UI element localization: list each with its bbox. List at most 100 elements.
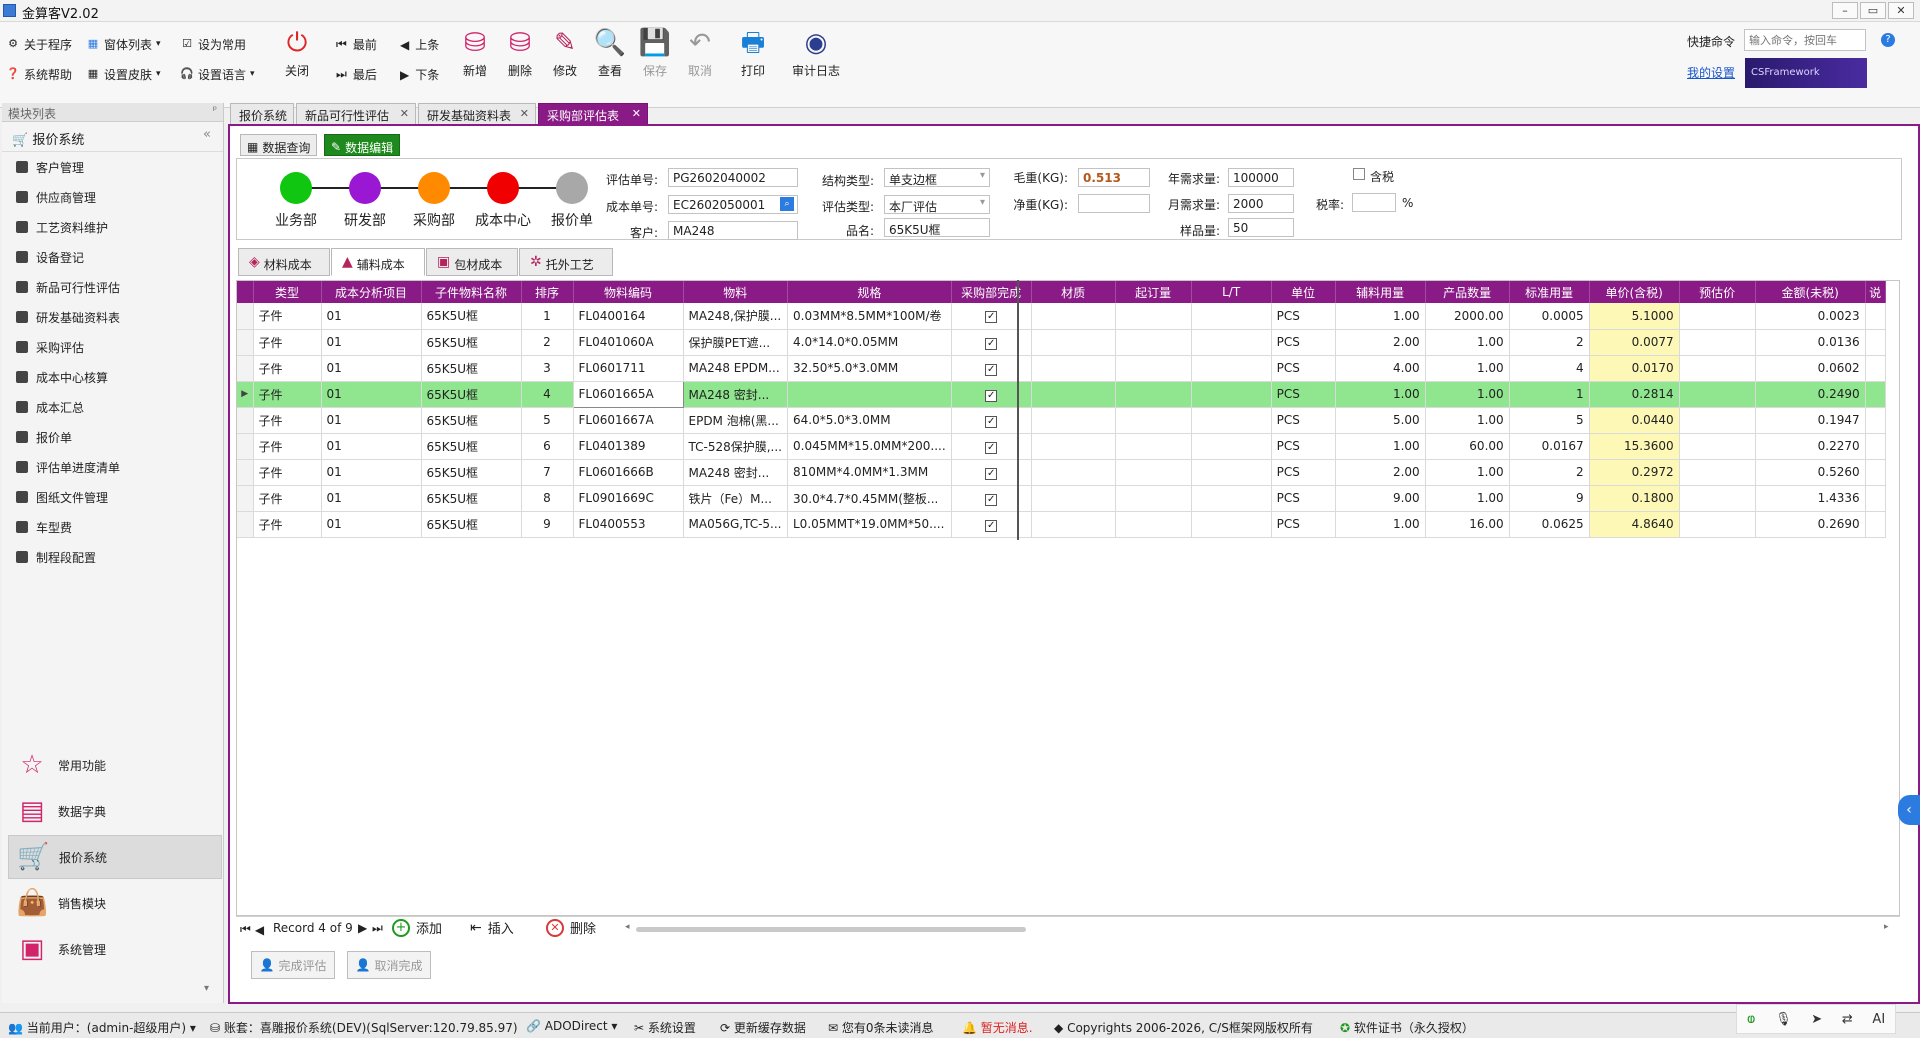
first-record-button[interactable]: ⏮ 最前 bbox=[336, 36, 377, 53]
column-header[interactable]: 金额(未税) bbox=[1755, 281, 1866, 303]
table-cell[interactable]: 810MM*4.0MM*1.3MM bbox=[787, 459, 952, 486]
table-cell[interactable]: 1.00 bbox=[1425, 459, 1510, 486]
table-cell[interactable]: 8 bbox=[521, 485, 574, 512]
table-cell[interactable] bbox=[1191, 511, 1272, 538]
prev-record-button[interactable]: ◀ 上条 bbox=[400, 36, 439, 53]
tab-material-cost[interactable]: ◈ 材料成本 bbox=[238, 248, 330, 276]
table-cell[interactable]: 2 bbox=[1509, 459, 1590, 486]
edit-button[interactable]: ✎ 修改 bbox=[542, 27, 588, 83]
scroll-right-icon[interactable]: ▸ bbox=[1884, 922, 1889, 932]
complete-checkbox[interactable]: ✓ bbox=[985, 441, 998, 454]
table-cell[interactable]: 0.2690 bbox=[1755, 511, 1866, 538]
table-cell[interactable]: 15.3600 bbox=[1589, 433, 1680, 460]
table-cell[interactable] bbox=[1679, 433, 1756, 460]
about-button[interactable]: ⚙ 关于程序 bbox=[6, 34, 72, 54]
audit-log-button[interactable]: ◉ 审计日志 bbox=[788, 27, 844, 83]
table-cell[interactable]: L0.05MMT*19.0MM*50.... bbox=[787, 511, 952, 538]
row-indicator[interactable] bbox=[237, 329, 254, 356]
table-cell[interactable]: ✓ bbox=[951, 407, 1032, 434]
last-record-button[interactable]: ⏭ 最后 bbox=[336, 66, 377, 83]
sidebar-item[interactable]: 设备登记 bbox=[2, 242, 223, 272]
table-cell[interactable]: 1.00 bbox=[1335, 303, 1426, 330]
status-system-settings[interactable]: ✂ 系统设置 bbox=[634, 1019, 696, 1036]
row-indicator[interactable] bbox=[237, 511, 254, 538]
table-cell[interactable]: 0.0167 bbox=[1509, 433, 1590, 460]
module-quotation[interactable]: 🛒 报价系统 bbox=[8, 835, 222, 879]
table-cell[interactable]: FL0601666B bbox=[573, 459, 684, 486]
table-cell[interactable] bbox=[1191, 407, 1272, 434]
table-cell[interactable] bbox=[1191, 355, 1272, 382]
table-cell[interactable] bbox=[1191, 459, 1272, 486]
column-header[interactable]: 类型 bbox=[253, 281, 322, 303]
sidebar-item[interactable]: 供应商管理 bbox=[2, 182, 223, 212]
close-icon[interactable]: ✕ bbox=[520, 107, 529, 120]
table-cell[interactable]: 01 bbox=[321, 303, 422, 330]
table-cell[interactable]: 子件 bbox=[253, 381, 322, 408]
table-cell[interactable] bbox=[1115, 381, 1192, 408]
ime-icon[interactable]: ⱷ bbox=[1747, 1012, 1756, 1027]
table-cell[interactable]: 5 bbox=[521, 407, 574, 434]
table-cell[interactable]: 铁片（Fe）M... bbox=[683, 485, 788, 512]
table-cell[interactable]: 01 bbox=[321, 407, 422, 434]
send-icon[interactable]: ➤ bbox=[1811, 1012, 1822, 1027]
table-cell[interactable]: 2.00 bbox=[1335, 329, 1426, 356]
close-icon[interactable]: ✕ bbox=[400, 107, 409, 120]
grid-insert-button[interactable]: ⇤ 插入 bbox=[470, 918, 514, 938]
table-cell[interactable]: FL0400553 bbox=[573, 511, 684, 538]
table-cell[interactable]: 0.0023 bbox=[1755, 303, 1866, 330]
eval-no-field[interactable]: PG2602040002 bbox=[668, 168, 798, 187]
skin-button[interactable]: ▦ 设置皮肤 ▾ bbox=[86, 64, 161, 84]
column-header[interactable]: 采购部完成 bbox=[951, 281, 1032, 303]
table-cell[interactable] bbox=[1191, 485, 1272, 512]
table-row[interactable]: 子件 01 65K5U框 8 FL0901669C 铁片（Fe）M... 30.0*4.7*… bbox=[237, 485, 1886, 512]
cost-no-field[interactable]: EC2602050001 bbox=[668, 195, 798, 214]
table-cell[interactable]: ✓ bbox=[951, 433, 1032, 460]
table-cell[interactable]: 9 bbox=[521, 511, 574, 538]
row-indicator[interactable] bbox=[237, 407, 254, 434]
table-cell[interactable]: EPDM 泡棉(黑... bbox=[683, 407, 788, 434]
table-cell[interactable] bbox=[1031, 459, 1116, 486]
sidebar-system-header[interactable]: 🛒 报价系统 « bbox=[2, 122, 223, 152]
table-cell[interactable]: 5 bbox=[1509, 407, 1590, 434]
table-cell[interactable] bbox=[1191, 329, 1272, 356]
column-header[interactable]: 说 bbox=[1865, 281, 1886, 303]
sidebar-item[interactable]: 工艺资料维护 bbox=[2, 212, 223, 242]
next-record-button[interactable]: ▶ 下条 bbox=[400, 66, 439, 83]
table-cell[interactable] bbox=[1191, 381, 1272, 408]
table-cell[interactable]: 2 bbox=[1509, 329, 1590, 356]
table-cell[interactable]: 子件 bbox=[253, 511, 322, 538]
table-cell[interactable]: ✓ bbox=[951, 355, 1032, 382]
table-cell[interactable]: 01 bbox=[321, 433, 422, 460]
table-cell[interactable]: PCS bbox=[1271, 511, 1336, 538]
table-cell[interactable] bbox=[1679, 381, 1756, 408]
table-cell[interactable]: 9.00 bbox=[1335, 485, 1426, 512]
table-cell[interactable]: 2.00 bbox=[1335, 459, 1426, 486]
close-icon[interactable]: ✕ bbox=[632, 107, 641, 120]
table-cell[interactable]: 0.0136 bbox=[1755, 329, 1866, 356]
status-refresh-cache[interactable]: ⟳ 更新缓存数据 bbox=[720, 1019, 806, 1036]
minimize-button[interactable]: – bbox=[1832, 2, 1858, 19]
sidebar-item[interactable]: 成本汇总 bbox=[2, 392, 223, 422]
table-row[interactable]: 子件 01 65K5U框 2 FL0401060A 保护膜PET遮... 4.0*14.0*… bbox=[237, 329, 1886, 356]
table-cell[interactable] bbox=[1115, 511, 1192, 538]
sample-qty-field[interactable]: 50 bbox=[1228, 218, 1294, 237]
mic-icon[interactable]: 🎙 bbox=[1775, 1012, 1792, 1027]
table-cell[interactable]: PCS bbox=[1271, 485, 1336, 512]
table-cell[interactable]: 子件 bbox=[253, 355, 322, 382]
table-cell[interactable]: 子件 bbox=[253, 485, 322, 512]
column-header[interactable]: 物料编码 bbox=[573, 281, 684, 303]
scroll-left-icon[interactable]: ◂ bbox=[625, 922, 630, 932]
column-header[interactable]: 材质 bbox=[1031, 281, 1116, 303]
status-messages[interactable]: ✉ 您有0条未读消息 bbox=[828, 1019, 934, 1036]
view-button[interactable]: 🔍 查看 bbox=[587, 27, 633, 83]
grid-delete-button[interactable]: ✕ 删除 bbox=[546, 918, 596, 937]
language-button[interactable]: 🎧 设置语言 ▾ bbox=[180, 64, 254, 84]
table-cell[interactable]: 01 bbox=[321, 459, 422, 486]
table-cell[interactable]: 5.1000 bbox=[1589, 303, 1680, 330]
close-button[interactable]: ⏻ 关闭 bbox=[274, 27, 320, 83]
table-cell[interactable]: 0.5260 bbox=[1755, 459, 1866, 486]
table-cell[interactable]: 4 bbox=[521, 381, 574, 408]
customer-field[interactable]: MA248 bbox=[668, 221, 798, 240]
table-cell[interactable]: 2000.00 bbox=[1425, 303, 1510, 330]
scroll-down-icon[interactable]: ▾ bbox=[204, 983, 209, 994]
